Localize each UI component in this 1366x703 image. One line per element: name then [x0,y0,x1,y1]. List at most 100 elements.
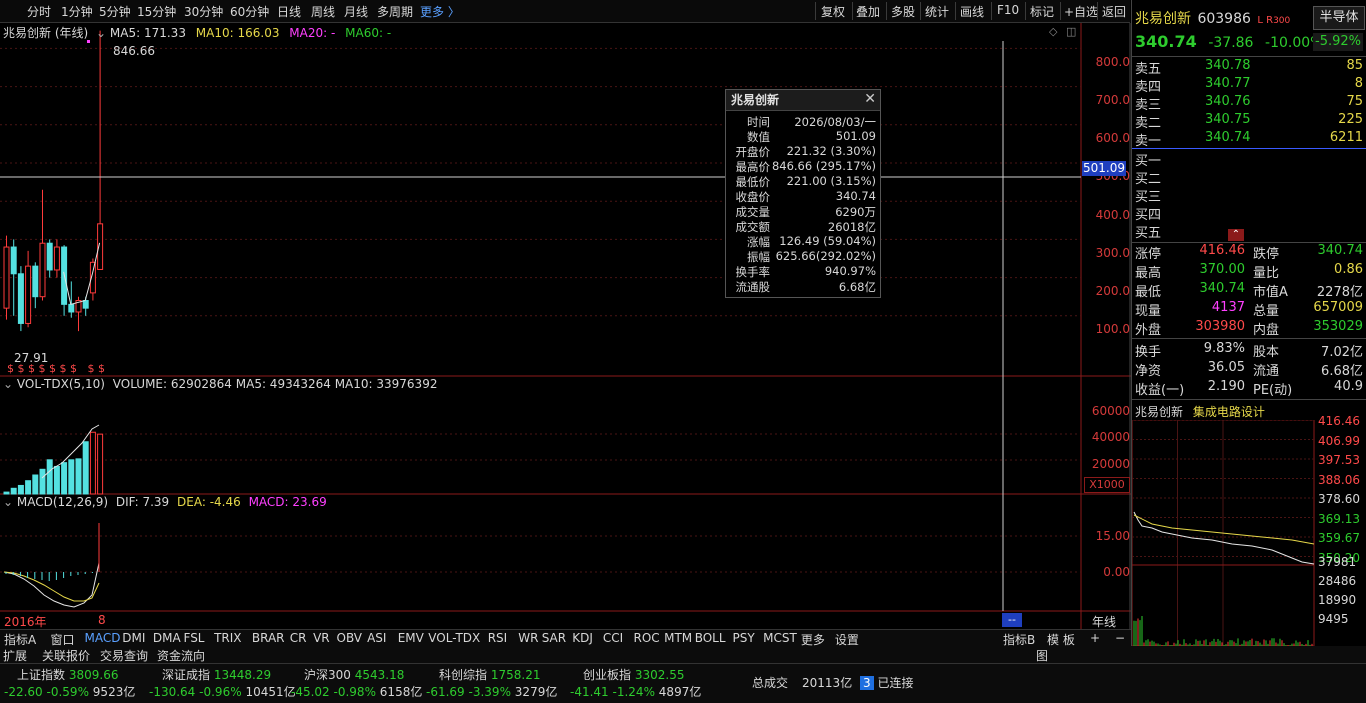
index-quote[interactable]: 沪深300 4543.18 [304,666,404,683]
chevron-down-icon[interactable]: ⌄ [3,377,13,391]
indicator-tab[interactable]: MCST [763,631,797,645]
period-60min[interactable]: 60分钟 [230,3,269,20]
mark-button[interactable]: 标记 [1030,3,1054,20]
indicator-tab[interactable]: MACD [85,631,121,645]
index-quote[interactable]: 创业板指 3302.55 [583,666,684,683]
mini-vol-tick: 18990 [1318,593,1356,607]
index-amount: 9523亿 [93,685,136,699]
candle-info-popup: 兆易创新 ✕ 时间 2026/08/03/一 数值 501.09 开盘价 221.32 (… [725,89,881,298]
chart-title: 兆易创新 (年线) [3,26,88,40]
extension-tab[interactable]: 交易查询 [100,647,148,664]
info-key: 最低价 [730,174,770,190]
indicator-tab[interactable]: TRIX [214,631,241,645]
indicator-tab-right[interactable]: − [1115,631,1125,645]
kline-chart-area[interactable] [0,23,1131,629]
stats-button[interactable]: 统计 [925,3,949,20]
chart-title-row: 兆易创新 (年线) ⌄ MA5: 171.33 MA10: 166.03 MA2… [3,24,391,41]
window-icon[interactable]: ◫ [1066,25,1076,38]
index-quote[interactable]: 上证指数 3809.66 [17,666,118,683]
stat-row: 现量 4137 总量 657009 [1135,300,1365,318]
connection-indicator[interactable]: 3 已连接 [860,674,913,691]
extension-tab[interactable]: 资金流向 [157,647,205,664]
bid-label: 买二 [1135,168,1161,187]
indicator-tab[interactable]: MTM [664,631,692,645]
period-1min[interactable]: 1分钟 [61,3,93,20]
ma20-value: MA20: - [289,26,335,40]
expand-arrow-icon[interactable]: ⌃ [1228,229,1244,241]
bid-row[interactable]: 买四 [1135,204,1365,222]
indicator-tab[interactable]: WR [518,631,538,645]
index-quote[interactable]: 深证成指 13448.29 [162,666,271,683]
bid-row[interactable]: 买三 [1135,186,1365,204]
mini-chart-title: 兆易创新 集成电路设计 [1135,403,1265,420]
indicator-tab[interactable]: KDJ [572,631,593,645]
period-30min[interactable]: 30分钟 [184,3,223,20]
indicator-tab[interactable]: DMA [153,631,181,645]
ask-row[interactable]: 卖一 340.74 6211 [1135,130,1365,148]
extension-tab-right[interactable]: 图 [1036,647,1048,664]
indicator-tab-right[interactable]: + [1090,631,1100,645]
ask-row[interactable]: 卖二 340.75 225 [1135,112,1365,130]
volume-bar [26,481,31,494]
period-monthly[interactable]: 月线 [344,3,368,20]
period-more[interactable]: 更多 〉 [420,3,460,20]
indicator-tab[interactable]: SAR [542,631,566,645]
extension-tab[interactable]: 关联报价 [42,647,90,664]
f10-button[interactable]: F10 [997,3,1019,17]
period-fenshi[interactable]: 分时 [27,3,51,20]
indicator-tab[interactable]: FSL [184,631,205,645]
volume-bar [33,475,38,494]
index-name: 上证指数 [17,668,65,682]
period-multi[interactable]: 多周期 [377,3,413,20]
indicator-tab[interactable]: ASI [367,631,386,645]
indicator-tab[interactable]: ROC [634,631,660,645]
indicator-tab[interactable]: PSY [733,631,755,645]
bid-row[interactable]: 买二 [1135,168,1365,186]
add-watchlist-button[interactable]: +自选 [1064,3,1098,20]
period-15min[interactable]: 15分钟 [137,3,176,20]
chevron-down-icon[interactable]: ⌄ [3,495,13,509]
chevron-down-icon[interactable]: ⌄ [96,26,106,40]
extension-tab[interactable]: 扩展 [3,647,27,664]
candle-body [33,266,38,297]
indicator-tab[interactable]: BRAR [252,631,285,645]
period-daily[interactable]: 日线 [277,3,301,20]
indicator-tab[interactable]: RSI [488,631,508,645]
bid-row[interactable]: 买五 [1135,222,1365,240]
ask-qty: 6211 [1330,130,1363,145]
ask-row[interactable]: 卖五 340.78 85 [1135,58,1365,76]
macd-name: MACD(12,26,9) [17,495,108,509]
info-row: 换手率 940.97% [726,264,880,279]
bid-row[interactable]: 买一 [1135,150,1365,168]
indicator-tab[interactable]: EMV [398,631,424,645]
stock-name: 兆易创新 [1135,11,1191,27]
back-button[interactable]: 返回 [1102,3,1126,20]
indicator-tab[interactable]: VR [313,631,330,645]
period-weekly[interactable]: 周线 [311,3,335,20]
indicator-tab[interactable]: CR [290,631,307,645]
info-value: 221.00 (3.15%) [787,174,876,188]
info-value: 126.49 (59.04%) [779,234,876,248]
info-row: 数值 501.09 [726,129,880,144]
draw-button[interactable]: 画线 [960,3,984,20]
indicator-tab[interactable]: OBV [337,631,363,645]
diamond-icon[interactable]: ◇ [1049,25,1057,38]
volume-bar [76,459,81,494]
indicator-tab[interactable]: DMI [122,631,145,645]
fuquan-button[interactable]: 复权 [821,3,845,20]
indicator-tab[interactable]: VOL-TDX [428,631,480,645]
period-5min[interactable]: 5分钟 [99,3,131,20]
index-quote[interactable]: 科创综指 1758.21 [439,666,540,683]
ask-row[interactable]: 卖四 340.77 8 [1135,76,1365,94]
ask-row[interactable]: 卖三 340.76 75 [1135,94,1365,112]
sector-button[interactable]: 半导体 [1313,6,1365,30]
multi-stock-button[interactable]: 多股 [891,3,915,20]
macd-value: MACD: 23.69 [249,495,327,509]
stat-row: 涨停 416.46 跌停 340.74 [1135,243,1365,261]
indicator-tab[interactable]: CCI [603,631,623,645]
total-volume-label: 总成交 [752,676,788,690]
overlay-button[interactable]: 叠加 [856,3,880,20]
index-change-row: -22.60 -0.59% 9523亿 [4,683,135,700]
close-icon[interactable]: ✕ [864,91,876,107]
indicator-tab[interactable]: BOLL [695,631,726,645]
